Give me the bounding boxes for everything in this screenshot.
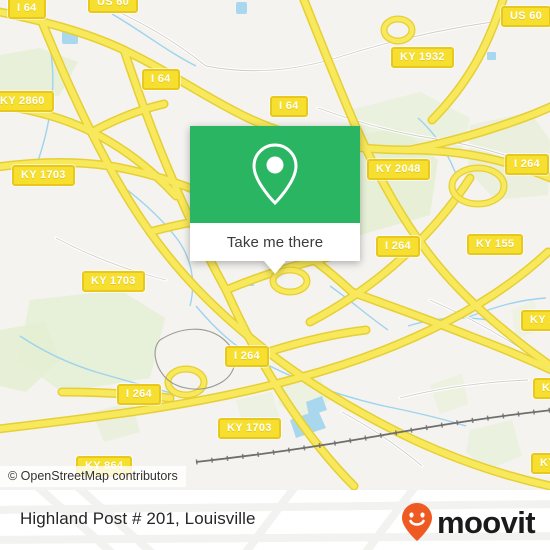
road-shield: I 264 [376,236,420,257]
location-popup[interactable]: Take me there [190,126,360,274]
road-shield: I 64 [270,96,308,117]
road-shield: US 60 [88,0,139,13]
road-shield: I 64 [142,69,180,90]
popup-header [190,126,360,223]
road-shield: KY 2860 [0,91,54,112]
popup-action[interactable]: Take me there [190,223,360,261]
road-shield: US 60 [501,6,550,27]
road-shield: I 264 [225,346,269,367]
road-shield: KY [533,378,550,399]
road-shield: KY 1 [521,310,550,331]
road-shield: KY 1703 [12,165,75,186]
moovit-brand[interactable]: moovit [400,502,536,542]
popup-action-label: Take me there [226,233,324,251]
road-shield: I 264 [505,154,549,175]
map-pin-icon [252,142,298,205]
road-shield: KY [531,453,550,474]
osm-attribution[interactable]: © OpenStreetMap contributors [0,466,186,487]
footer-bar: Highland Post # 201, Louisville moovit [0,490,550,550]
moovit-wordmark: moovit [436,504,536,540]
location-title: Highland Post # 201, Louisville [20,509,256,528]
road-shield: I 64 [8,0,46,19]
road-shield: KY 1703 [82,271,145,292]
popup-tail [264,261,286,274]
road-shield: KY 1932 [391,47,454,68]
road-shield: I 264 [117,384,161,405]
road-shield: KY 155 [467,234,524,255]
road-shield: KY 2048 [367,159,430,180]
moovit-pin-smiley-icon [401,503,432,541]
moovit-map-screenshot: I 64 US 60 US 60 KY 1932 I 64 KY 2860 I 64 I 26… [0,0,550,550]
road-shield: KY 1703 [218,418,281,439]
